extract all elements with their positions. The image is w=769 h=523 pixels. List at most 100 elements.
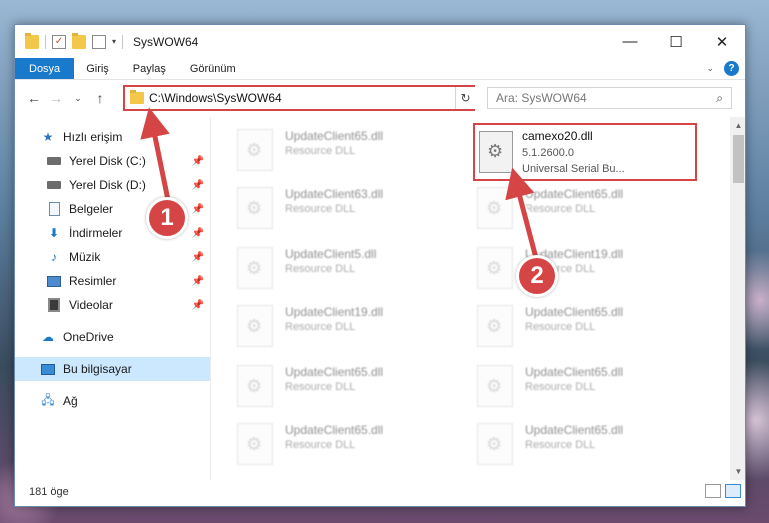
list-item[interactable]: UpdateClient65.dll Resource DLL	[469, 361, 689, 411]
star-icon: ★	[42, 130, 54, 144]
vertical-scrollbar[interactable]: ▲ ▼	[730, 117, 745, 480]
folder-icon	[130, 90, 144, 104]
dll-file-icon	[237, 247, 273, 289]
file-type: Resource DLL	[525, 439, 596, 451]
file-type: Resource DLL	[525, 203, 596, 215]
customize-icon[interactable]	[92, 34, 106, 49]
file-name: UpdateClient5.dll	[285, 247, 377, 261]
file-name: UpdateClient65.dll	[525, 423, 624, 437]
dll-file-icon	[237, 365, 273, 407]
content-area: ★ Hızlı erişim Yerel Disk (C:) 📌 Yerel D…	[15, 117, 745, 480]
sidebar-item-label: Yerel Disk (D:)	[69, 178, 146, 192]
explorer-window: ✓ ▾ SysWOW64 — ☐ ✕ Dosya Giriş Paylaş Gö…	[14, 24, 746, 507]
title-bar: ✓ ▾ SysWOW64 — ☐ ✕	[15, 25, 745, 58]
file-description: Universal Serial Bu...	[522, 163, 625, 175]
search-icon[interactable]: ⌕	[716, 91, 723, 106]
details-view-icon[interactable]	[705, 484, 721, 498]
sidebar-item-disk-c[interactable]: Yerel Disk (C:) 📌	[15, 149, 210, 173]
disk-icon	[47, 154, 61, 168]
file-name: UpdateClient63.dll	[285, 187, 384, 201]
pin-icon[interactable]: 📌	[192, 180, 204, 191]
separator	[122, 34, 124, 49]
separator	[45, 34, 46, 49]
scroll-thumb[interactable]	[733, 135, 744, 183]
sidebar-item-onedrive[interactable]: ☁ OneDrive	[15, 325, 210, 349]
computer-icon	[41, 362, 55, 376]
sidebar-item-pictures[interactable]: Resimler 📌	[15, 269, 210, 293]
back-arrow-icon[interactable]: ←	[23, 90, 45, 106]
list-item[interactable]: UpdateClient65.dll Resource DLL	[229, 125, 449, 175]
scroll-up-icon[interactable]: ▲	[730, 117, 745, 134]
sidebar-item-label: Hızlı erişim	[63, 130, 123, 144]
file-name: UpdateClient65.dll	[525, 305, 624, 319]
file-name: UpdateClient65.dll	[525, 365, 624, 379]
pin-icon[interactable]: 📌	[192, 252, 204, 263]
download-icon: ⬇	[48, 226, 60, 240]
refresh-icon[interactable]: ↻	[455, 87, 475, 109]
chevron-down-icon[interactable]: ⌄	[706, 63, 714, 74]
dll-file-icon	[477, 187, 513, 229]
minimize-icon[interactable]: —	[607, 25, 653, 58]
dll-file-icon	[477, 305, 513, 347]
videos-icon	[47, 298, 61, 312]
search-input[interactable]: Ara: SysWOW64 ⌕	[487, 87, 732, 109]
annotation-badge-2: 2	[516, 255, 558, 297]
sidebar-item-disk-d[interactable]: Yerel Disk (D:) 📌	[15, 173, 210, 197]
pin-icon[interactable]: 📌	[192, 204, 204, 215]
pin-icon[interactable]: 📌	[192, 156, 204, 167]
address-bar[interactable]: C:\Windows\SysWOW64 ⌄	[123, 85, 475, 111]
list-item[interactable]: UpdateClient65.dll Resource DLL	[469, 301, 689, 351]
dll-file-icon	[477, 365, 513, 407]
list-item[interactable]: UpdateClient5.dll Resource DLL	[229, 243, 449, 293]
sidebar-item-label: Ağ	[63, 394, 78, 408]
list-item[interactable]: UpdateClient19.dll Resource DLL	[229, 301, 449, 351]
tab-view[interactable]: Görünüm	[178, 58, 248, 79]
sidebar-item-this-pc[interactable]: Bu bilgisayar	[15, 357, 210, 381]
tab-home[interactable]: Giriş	[74, 58, 121, 79]
disk-icon	[47, 178, 61, 192]
navigation-bar: ← → ⌄ ↑ C:\Windows\SysWOW64 ⌄ ↻ Ara: Sys…	[15, 80, 745, 116]
folder-icon[interactable]	[25, 32, 39, 49]
recent-chevron-icon[interactable]: ⌄	[67, 93, 89, 104]
file-list: UpdateClient65.dll Resource DLL UpdateCl…	[211, 117, 745, 480]
list-item[interactable]: UpdateClient65.dll Resource DLL	[469, 419, 689, 469]
forward-arrow-icon[interactable]: →	[45, 90, 67, 106]
sidebar-item-label: İndirmeler	[69, 226, 123, 240]
close-icon[interactable]: ✕	[699, 25, 745, 58]
new-folder-icon[interactable]	[72, 32, 86, 49]
highlighted-file-camexo20[interactable]: camexo20.dll 5.1.2600.0 Universal Serial…	[473, 123, 697, 181]
up-arrow-icon[interactable]: ↑	[89, 90, 111, 106]
chevron-down-icon[interactable]: ▾	[112, 37, 116, 46]
file-name: UpdateClient65.dll	[285, 423, 384, 437]
list-item[interactable]: UpdateClient65.dll Resource DLL	[229, 361, 449, 411]
file-type: Resource DLL	[285, 381, 356, 393]
sidebar-item-videos[interactable]: Videolar 📌	[15, 293, 210, 317]
help-icon[interactable]: ?	[724, 61, 739, 76]
properties-check-icon[interactable]: ✓	[52, 34, 66, 49]
sidebar-item-quick-access[interactable]: ★ Hızlı erişim	[15, 125, 210, 149]
tiles-view-icon[interactable]	[725, 484, 741, 498]
sidebar-item-label: OneDrive	[63, 330, 114, 344]
address-path[interactable]: C:\Windows\SysWOW64	[149, 91, 455, 105]
list-item[interactable]: UpdateClient63.dll Resource DLL	[229, 183, 449, 233]
tab-share[interactable]: Paylaş	[121, 58, 178, 79]
document-icon	[47, 202, 61, 216]
tab-file[interactable]: Dosya	[15, 58, 75, 79]
list-item[interactable]: UpdateClient65.dll Resource DLL	[229, 419, 449, 469]
cloud-icon: ☁	[42, 330, 54, 344]
pin-icon[interactable]: 📌	[192, 300, 204, 311]
file-type: Resource DLL	[285, 263, 356, 275]
navigation-pane: ★ Hızlı erişim Yerel Disk (C:) 📌 Yerel D…	[15, 117, 211, 480]
dll-file-icon	[237, 187, 273, 229]
pin-icon[interactable]: 📌	[192, 276, 204, 287]
list-item[interactable]: UpdateClient19.dll Resource DLL	[469, 243, 689, 293]
file-name: camexo20.dll	[522, 129, 593, 143]
pin-icon[interactable]: 📌	[192, 228, 204, 239]
sidebar-item-network[interactable]: 🖧 Ağ	[15, 389, 210, 413]
dll-file-icon	[477, 247, 513, 289]
maximize-icon[interactable]: ☐	[653, 25, 699, 58]
pictures-icon	[47, 274, 61, 288]
sidebar-item-label: Belgeler	[69, 202, 114, 216]
list-item[interactable]: UpdateClient65.dll Resource DLL	[469, 183, 689, 233]
sidebar-item-music[interactable]: ♪ Müzik 📌	[15, 245, 210, 269]
